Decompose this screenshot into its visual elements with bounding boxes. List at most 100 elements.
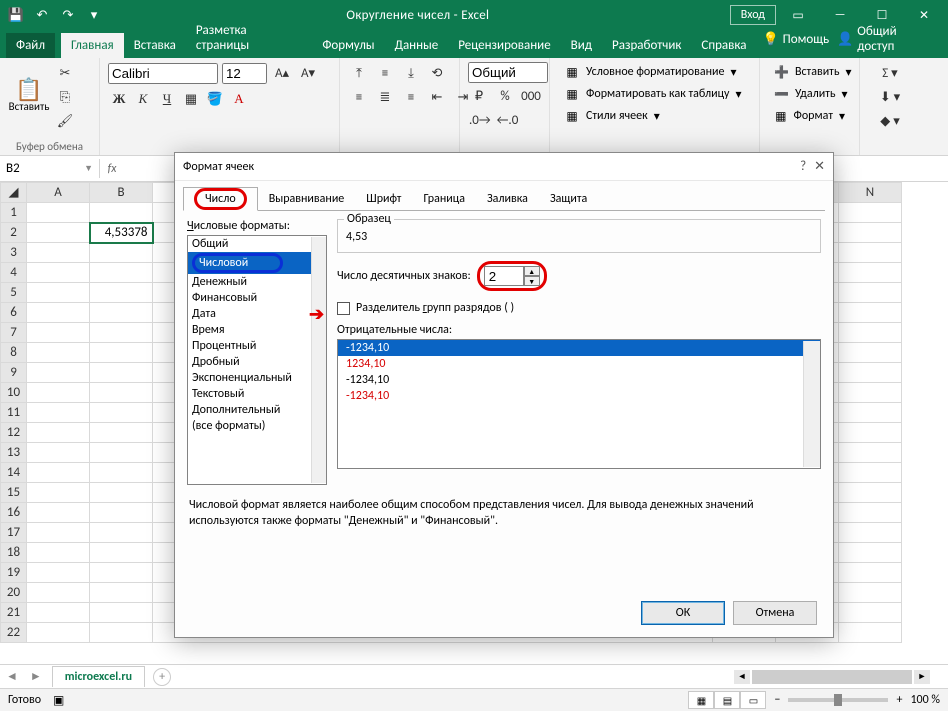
delete-cells-button[interactable]: ➖Удалить ▾	[768, 84, 851, 104]
currency-icon[interactable]: ₽	[468, 85, 490, 107]
negative-scrollbar[interactable]	[803, 341, 820, 467]
tab-review[interactable]: Рецензирование	[448, 33, 560, 58]
insert-cells-button[interactable]: ➕Вставить ▾	[768, 62, 851, 82]
category-item[interactable]: Процентный	[188, 338, 326, 354]
format-as-table-button[interactable]: ▦Форматировать как таблицу ▾	[558, 84, 751, 104]
tab-file[interactable]: Файл	[6, 33, 55, 58]
italic-icon[interactable]: К	[132, 88, 154, 110]
grow-font-icon[interactable]: A▴	[271, 62, 293, 84]
align-center-icon[interactable]: ≣	[374, 86, 396, 108]
dialog-tab-number[interactable]: Число	[183, 187, 258, 211]
category-item[interactable]: (все форматы)	[188, 418, 326, 434]
category-item[interactable]: Дополнительный	[188, 402, 326, 418]
horizontal-scrollbar[interactable]: ◄►	[734, 670, 948, 684]
align-bottom-icon[interactable]: ⤓	[400, 62, 422, 84]
autosum-icon[interactable]: Σ ▾	[868, 62, 912, 84]
number-format-select[interactable]	[468, 62, 548, 83]
view-normal-icon[interactable]: ▦	[688, 691, 714, 709]
cancel-button[interactable]: Отмена	[733, 601, 817, 625]
decimals-input[interactable]	[484, 266, 524, 286]
fill-icon[interactable]: ⬇ ▾	[868, 86, 912, 108]
align-middle-icon[interactable]: ≡	[374, 62, 396, 84]
copy-icon[interactable]: ⎘	[54, 86, 76, 108]
border-icon[interactable]: ▦	[180, 88, 202, 110]
cut-icon[interactable]: ✂	[54, 62, 76, 84]
add-sheet-icon[interactable]: +	[153, 668, 171, 686]
category-item[interactable]: Время	[188, 322, 326, 338]
cell-styles-button[interactable]: ▦Стили ячеек ▾	[558, 106, 751, 126]
tab-developer[interactable]: Разработчик	[602, 33, 691, 58]
format-painter-icon[interactable]: 🖌	[54, 110, 76, 132]
dec-decimal-icon[interactable]: ←.0	[496, 109, 520, 131]
tab-help[interactable]: Справка	[691, 33, 756, 58]
zoom-in-icon[interactable]: +	[896, 693, 902, 707]
redo-icon[interactable]: ↷	[56, 3, 80, 27]
category-list[interactable]: Общий Числовой Денежный Финансовый Дата …	[187, 235, 327, 485]
format-cells-button[interactable]: ▦Формат ▾	[768, 106, 851, 126]
view-page-layout-icon[interactable]: ▤	[714, 691, 740, 709]
col-header[interactable]: A	[27, 183, 90, 203]
dialog-tab-font[interactable]: Шрифт	[355, 187, 412, 210]
tab-layout[interactable]: Разметка страницы	[186, 18, 313, 58]
category-item[interactable]: Финансовый	[188, 290, 326, 306]
col-header[interactable]: N	[839, 183, 902, 203]
tab-home[interactable]: Главная	[61, 33, 124, 58]
category-item-selected[interactable]: Числовой	[188, 252, 326, 274]
align-right-icon[interactable]: ≡	[400, 86, 422, 108]
zoom-out-icon[interactable]: −	[774, 693, 780, 707]
select-all-corner[interactable]: ◢	[1, 183, 27, 203]
dialog-tab-border[interactable]: Граница	[412, 187, 476, 210]
name-box[interactable]: B2▼	[0, 159, 100, 178]
fill-color-icon[interactable]: 🪣	[204, 88, 226, 110]
spin-up-icon[interactable]: ▲	[524, 266, 540, 276]
tab-insert[interactable]: Вставка	[124, 33, 186, 58]
tab-view[interactable]: Вид	[561, 33, 602, 58]
cell-b2[interactable]: 4,53378	[90, 223, 153, 243]
conditional-formatting-button[interactable]: ▦Условное форматирование ▾	[558, 62, 751, 82]
indent-dec-icon[interactable]: ⇤	[426, 86, 448, 108]
dialog-tab-alignment[interactable]: Выравнивание	[258, 187, 356, 210]
font-name-input[interactable]	[108, 63, 218, 84]
dialog-tab-protection[interactable]: Защита	[539, 187, 598, 210]
tab-formulas[interactable]: Формулы	[312, 33, 384, 58]
category-item[interactable]: Общий	[188, 236, 326, 252]
dialog-tab-fill[interactable]: Заливка	[476, 187, 539, 210]
ok-button[interactable]: ОК	[641, 601, 725, 625]
negative-numbers-list[interactable]: -1234,10 1234,10 -1234,10 -1234,10	[337, 339, 821, 469]
dialog-close-icon[interactable]: ✕	[814, 159, 825, 174]
macro-record-icon[interactable]: ▣	[53, 693, 64, 708]
fx-icon[interactable]: fx	[100, 162, 124, 176]
category-scrollbar[interactable]	[311, 237, 326, 483]
negative-item[interactable]: -1234,10	[338, 340, 820, 356]
sheet-tab[interactable]: microexcel.ru	[52, 666, 145, 687]
row-header[interactable]: 2	[1, 223, 27, 243]
percent-icon[interactable]: %	[494, 85, 516, 107]
tell-me[interactable]: 💡 Помощь	[762, 24, 829, 54]
underline-icon[interactable]: Ч	[156, 88, 178, 110]
view-page-break-icon[interactable]: ▭	[740, 691, 766, 709]
dialog-help-icon[interactable]: ?	[800, 159, 806, 174]
save-icon[interactable]: 💾	[4, 3, 28, 27]
zoom-value[interactable]: 100 %	[910, 693, 940, 707]
negative-item[interactable]: -1234,10	[338, 372, 820, 388]
spin-down-icon[interactable]: ▼	[524, 276, 540, 286]
font-size-input[interactable]	[222, 63, 267, 84]
paste-button[interactable]: 📋 Вставить	[8, 66, 50, 128]
category-item[interactable]: Дробный	[188, 354, 326, 370]
tab-data[interactable]: Данные	[385, 33, 449, 58]
row-header[interactable]: 1	[1, 203, 27, 223]
align-left-icon[interactable]: ≡	[348, 86, 370, 108]
font-color-icon[interactable]: A	[228, 88, 250, 110]
clear-icon[interactable]: ◆ ▾	[868, 110, 912, 132]
orientation-icon[interactable]: ⟲	[426, 62, 448, 84]
negative-item[interactable]: -1234,10	[338, 388, 820, 404]
sheet-nav-prev-icon[interactable]: ◄	[0, 669, 24, 684]
shrink-font-icon[interactable]: A▾	[297, 62, 319, 84]
col-header[interactable]: B	[90, 183, 153, 203]
category-item[interactable]: Дата	[188, 306, 326, 322]
bold-icon[interactable]: Ж	[108, 88, 130, 110]
undo-icon[interactable]: ↶	[30, 3, 54, 27]
negative-item[interactable]: 1234,10	[338, 356, 820, 372]
category-item[interactable]: Экспоненциальный	[188, 370, 326, 386]
category-item[interactable]: Текстовый	[188, 386, 326, 402]
